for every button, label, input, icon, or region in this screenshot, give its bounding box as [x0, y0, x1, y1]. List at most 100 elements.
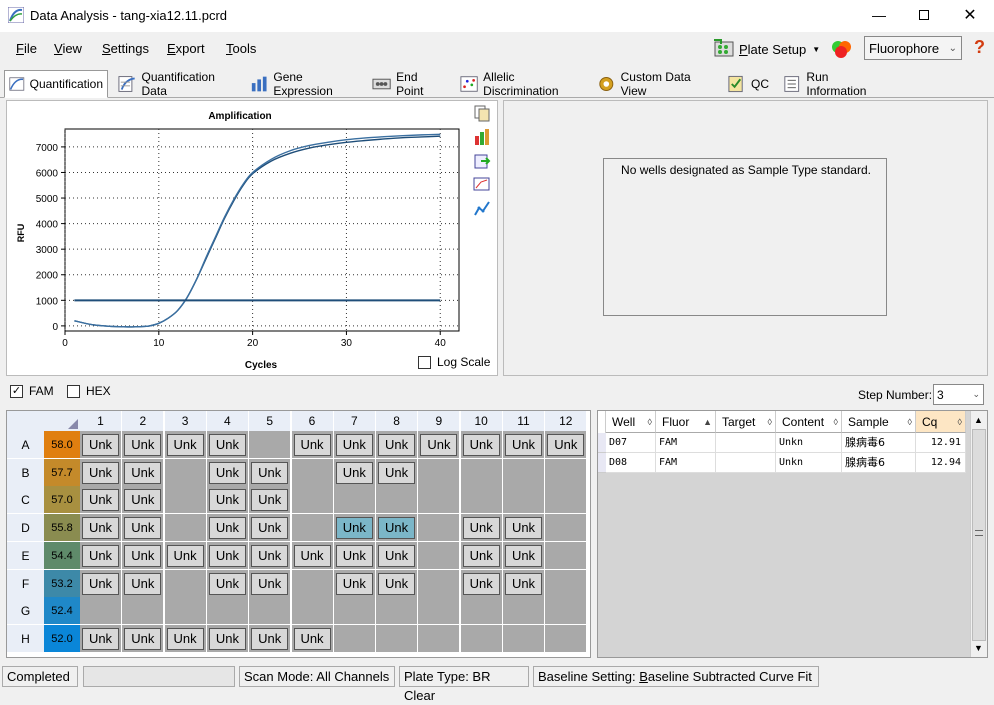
- well-sample-type[interactable]: Unk: [208, 517, 246, 540]
- plate-well[interactable]: Unk: [418, 431, 461, 459]
- plate-well[interactable]: Unk: [80, 514, 122, 543]
- well-sample-type[interactable]: Unk: [82, 517, 119, 540]
- well-sample-type[interactable]: Unk: [124, 434, 162, 456]
- plate-row-header[interactable]: D: [7, 514, 44, 543]
- plate-column-header[interactable]: 3: [164, 411, 207, 431]
- table-cell[interactable]: [716, 433, 776, 453]
- well-sample-type[interactable]: Unk: [124, 461, 162, 484]
- well-sample-type[interactable]: Unk: [124, 544, 162, 567]
- plate-row-header[interactable]: E: [7, 541, 44, 570]
- plate-well[interactable]: [545, 458, 588, 487]
- fam-checkbox[interactable]: ✓: [10, 384, 23, 398]
- plate-well[interactable]: [291, 597, 334, 626]
- well-sample-type[interactable]: Unk: [378, 461, 416, 484]
- well-sample-type[interactable]: Unk: [208, 434, 246, 456]
- plate-well[interactable]: Unk: [80, 458, 122, 487]
- well-sample-type[interactable]: Unk: [378, 434, 416, 456]
- plate-well[interactable]: Unk: [249, 514, 292, 543]
- well-sample-type[interactable]: Unk: [378, 517, 416, 540]
- tab-allelic-discrimination[interactable]: Allelic Discrimination: [455, 70, 588, 98]
- well-sample-type[interactable]: Unk: [166, 434, 204, 456]
- well-sample-type[interactable]: Unk: [335, 572, 373, 595]
- plate-well[interactable]: Unk: [460, 541, 503, 570]
- well-sample-type[interactable]: Unk: [82, 461, 119, 484]
- plate-well[interactable]: [460, 597, 503, 626]
- well-sample-type[interactable]: Unk: [82, 572, 119, 595]
- fluorophore-select[interactable]: Fluorophore ⌄: [864, 36, 962, 60]
- plate-well[interactable]: [460, 486, 503, 515]
- plate-well[interactable]: [80, 597, 122, 626]
- table-cell[interactable]: FAM: [656, 433, 716, 453]
- sort-icon[interactable]: ◊: [908, 411, 912, 433]
- well-sample-type[interactable]: Unk: [124, 627, 162, 650]
- plate-well[interactable]: [503, 624, 545, 653]
- well-sample-type[interactable]: Unk: [378, 544, 416, 567]
- plate-well[interactable]: [545, 541, 588, 570]
- plate-column-header[interactable]: 8: [376, 411, 419, 431]
- tab-qc[interactable]: QC: [722, 70, 774, 97]
- plate-well[interactable]: Unk: [206, 486, 249, 515]
- column-header-fluor[interactable]: Fluor ▲: [656, 411, 716, 433]
- well-sample-type[interactable]: Unk: [293, 627, 331, 650]
- column-header-target[interactable]: Target ◊: [716, 411, 776, 433]
- well-sample-type[interactable]: Unk: [251, 489, 289, 512]
- plate-well[interactable]: [545, 569, 588, 598]
- well-sample-type[interactable]: Unk: [166, 627, 204, 650]
- plate-well[interactable]: Unk: [249, 541, 292, 570]
- close-button[interactable]: ✕: [947, 0, 993, 30]
- table-cell[interactable]: Unkn: [776, 453, 842, 473]
- well-sample-type[interactable]: Unk: [208, 627, 246, 650]
- plate-well[interactable]: [460, 458, 503, 487]
- plate-well[interactable]: Unk: [164, 624, 207, 653]
- plate-well[interactable]: [503, 486, 545, 515]
- tab-gene-expression[interactable]: Gene Expression: [245, 70, 363, 98]
- tab-run-information[interactable]: Run Information: [778, 70, 890, 98]
- plate-well[interactable]: Unk: [291, 431, 334, 459]
- well-sample-type[interactable]: Unk: [208, 572, 246, 595]
- plate-well[interactable]: [376, 486, 419, 515]
- scroll-down-icon[interactable]: ▼: [974, 643, 983, 653]
- row-selector[interactable]: [598, 453, 606, 473]
- vertical-scrollbar[interactable]: ▲ ▼: [970, 411, 987, 657]
- well-sample-type[interactable]: Unk: [251, 627, 289, 650]
- well-sample-type[interactable]: Unk: [293, 544, 331, 567]
- well-sample-type[interactable]: Unk: [82, 434, 119, 456]
- plate-well[interactable]: Unk: [503, 569, 545, 598]
- well-sample-type[interactable]: Unk: [251, 544, 289, 567]
- plate-row-header[interactable]: C: [7, 486, 44, 515]
- plate-well[interactable]: [545, 514, 588, 543]
- well-sample-type[interactable]: Unk: [378, 572, 416, 595]
- well-sample-type[interactable]: Unk: [335, 517, 373, 540]
- plate-well[interactable]: [291, 458, 334, 487]
- fluorophore-color-icon[interactable]: [829, 38, 855, 60]
- well-sample-type[interactable]: Unk: [547, 434, 585, 456]
- well-sample-type[interactable]: Unk: [462, 434, 500, 456]
- plate-well[interactable]: Unk: [376, 514, 419, 543]
- plate-column-header[interactable]: 7: [333, 411, 376, 431]
- plate-well[interactable]: Unk: [376, 458, 419, 487]
- step-number-select[interactable]: 3 ⌄: [933, 384, 984, 405]
- plate-well[interactable]: [164, 597, 207, 626]
- well-sample-type[interactable]: Unk: [335, 434, 373, 456]
- well-sample-type[interactable]: Unk: [505, 544, 542, 567]
- plate-row-header[interactable]: B: [7, 458, 44, 487]
- menu-file[interactable]: File: [16, 41, 37, 56]
- plate-well[interactable]: Unk: [80, 624, 122, 653]
- well-sample-type[interactable]: Unk: [124, 489, 162, 512]
- plate-well[interactable]: Unk: [376, 541, 419, 570]
- plate-well[interactable]: [418, 597, 461, 626]
- plate-well[interactable]: Unk: [249, 624, 292, 653]
- plate-well[interactable]: [418, 486, 461, 515]
- row-selector[interactable]: [598, 433, 606, 453]
- well-sample-type[interactable]: Unk: [82, 627, 119, 650]
- plate-well[interactable]: Unk: [333, 569, 376, 598]
- plate-well[interactable]: Unk: [333, 458, 376, 487]
- well-sample-type[interactable]: Unk: [166, 544, 204, 567]
- log-scale-checkbox[interactable]: [418, 355, 431, 369]
- plate-well[interactable]: [418, 541, 461, 570]
- maximize-button[interactable]: [901, 0, 947, 30]
- well-sample-type[interactable]: Unk: [251, 572, 289, 595]
- table-cell[interactable]: D07: [606, 433, 656, 453]
- plate-column-header[interactable]: 2: [122, 411, 165, 431]
- table-cell[interactable]: [716, 453, 776, 473]
